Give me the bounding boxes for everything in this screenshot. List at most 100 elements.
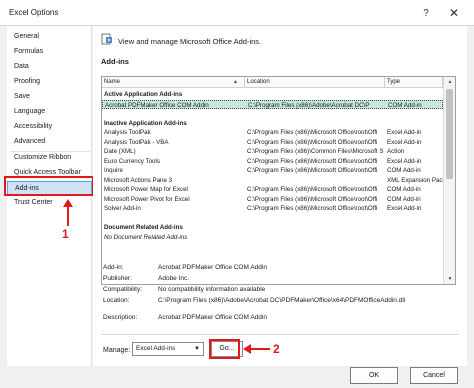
cell-type: Action (387, 148, 405, 155)
sidebar-item-advanced[interactable]: Advanced (7, 135, 92, 149)
table-row (102, 214, 443, 223)
table-row[interactable]: Microsoft Power Map for Excel C:\Program … (102, 185, 443, 194)
annotation-arrow-shaft (250, 348, 270, 350)
section-divider (101, 334, 459, 335)
sidebar-item-accessibility[interactable]: Accessibility (7, 120, 92, 134)
table-row[interactable]: Acrobat PDFMaker Office COM Addin C:\Prog… (102, 99, 443, 109)
cell-name: Date (XML) (104, 148, 136, 155)
sidebar-item-proofing[interactable]: Proofing (7, 75, 92, 89)
options-sidebar: General Formulas Data Proofing Save Lang… (7, 26, 92, 366)
cell-location: C:\Program Files (x86)\Microsoft Office\… (247, 186, 378, 193)
annotation-arrow-shaft (67, 206, 69, 226)
table-row[interactable]: Solver Add-in C:\Program Files (x86)\Micr… (102, 204, 443, 213)
sidebar-item-language[interactable]: Language (7, 105, 92, 119)
sidebar-item-trust-center[interactable]: Trust Center (7, 196, 92, 210)
help-icon[interactable]: ? (418, 5, 434, 21)
column-header-location[interactable]: Location (245, 77, 385, 88)
cell-name: Analysis ToolPak (104, 129, 151, 136)
scroll-thumb[interactable] (446, 89, 453, 179)
table-rows: Active Application Add-ins Acrobat PDFMak… (102, 88, 443, 284)
manage-dropdown-value: Excel Add-ins (136, 345, 176, 352)
cell-type: COM Add-in (387, 186, 421, 193)
table-row (102, 109, 443, 118)
cell-type: Excel Add-in (387, 205, 422, 212)
highlight-box-add-ins (4, 176, 94, 196)
window-title: Excel Options (9, 8, 59, 17)
cell-name: Microsoft Actions Pane 3 (104, 176, 173, 184)
scroll-down-icon[interactable]: ▼ (444, 274, 455, 284)
cell-location: C:\Program Files (x86)\Microsoft Office\… (247, 167, 378, 174)
dialog-footer: OK Cancel (0, 366, 474, 388)
header-description: View and manage Microsoft Office Add-ins… (118, 37, 262, 46)
add-ins-panel: View and manage Microsoft Office Add-ins… (93, 26, 467, 366)
section-title: Add-ins (101, 57, 129, 66)
sort-up-icon: ▲ (233, 79, 238, 85)
detail-addin-value: Acrobat PDFMaker Office COM Addin (158, 264, 267, 271)
table-row[interactable]: Analysis ToolPak - VBA C:\Program Files (… (102, 138, 443, 147)
sidebar-item-save[interactable]: Save (7, 90, 92, 104)
column-header-name[interactable]: Name ▲ (102, 77, 245, 88)
cell-location: C:\Program Files (x86)\Microsoft Office\… (247, 129, 378, 136)
detail-description-label: Description: (103, 314, 138, 321)
column-header-type[interactable]: Type (385, 77, 443, 88)
title-bar: Excel Options ? ✕ (0, 0, 474, 26)
detail-addin-label: Add-in: (103, 264, 124, 271)
cell-name: Inactive Application Add-ins (104, 119, 187, 127)
sidebar-item-data[interactable]: Data (7, 60, 92, 74)
cell-name: No Document Related Add-ins (104, 233, 188, 241)
table-row[interactable]: Microsoft Actions Pane 3 XML Expansion Pa… (102, 176, 443, 185)
sidebar-item-formulas[interactable]: Formulas (7, 45, 92, 59)
table-header: Name ▲ Location Type (102, 77, 455, 88)
cell-location: C:\Program Files (x86)\Common Files\Micr… (247, 148, 384, 155)
sidebar-item-general[interactable]: General (7, 30, 92, 44)
cell-type: COM Add-in (387, 195, 421, 203)
add-ins-icon (101, 33, 112, 45)
detail-location-value: C:\Program Files (x86)\Adobe\Acrobat DC\… (158, 297, 406, 304)
table-group-header: Inactive Application Add-ins (102, 119, 443, 128)
table-group-header: Document Related Add-ins (102, 223, 443, 232)
sidebar-item-customize-ribbon[interactable]: Customize Ribbon (7, 151, 92, 165)
cell-name: Analysis ToolPak - VBA (104, 138, 169, 146)
manage-label: Manage: (103, 347, 131, 354)
table-group-header: Active Application Add-ins (102, 90, 443, 99)
detail-compat-label: Compatibility: (103, 286, 143, 293)
cell-type: XML Expansion Pack (387, 176, 443, 184)
annotation-number-2: 2 (273, 342, 280, 356)
cell-name: Inquire (104, 167, 123, 174)
cell-type: COM Add-in (387, 167, 421, 174)
cell-name: Microsoft Power Map for Excel (104, 186, 188, 193)
table-row[interactable]: Inquire C:\Program Files (x86)\Microsoft … (102, 166, 443, 175)
table-row[interactable]: Analysis ToolPak C:\Program Files (x86)\M… (102, 128, 443, 137)
cell-name: Document Related Add-ins (104, 224, 183, 231)
ok-button[interactable]: OK (350, 367, 398, 384)
table-row[interactable]: Microsoft Power Pivot for Excel C:\Progra… (102, 195, 443, 204)
cell-name: Solver Add-in (104, 205, 141, 212)
cell-name: Microsoft Power Pivot for Excel (104, 195, 190, 203)
detail-description-value: Acrobat PDFMaker Office COM Addin (158, 314, 267, 321)
cell-location: C:\Program Files (x86)\Microsoft Office\… (247, 205, 378, 212)
cell-location: C:\Program Files (x86)\Microsoft Office\… (247, 195, 378, 203)
column-name-label: Name (104, 79, 121, 85)
cell-name: Active Application Add-ins (104, 91, 183, 98)
detail-location-label: Location: (103, 297, 130, 304)
table-row: No Document Related Add-ins (102, 233, 443, 242)
cell-type: Excel Add-in (387, 129, 422, 136)
manage-dropdown[interactable]: Excel Add-ins ▼ (132, 342, 204, 356)
cell-type: Excel Add-in (387, 138, 422, 146)
table-row[interactable]: Date (XML) C:\Program Files (x86)\Common … (102, 147, 443, 156)
cell-name: Euro Currency Tools (104, 157, 160, 165)
scroll-up-icon[interactable]: ▲ (444, 77, 455, 87)
add-ins-table: Name ▲ Location Type Active Application A… (101, 76, 456, 285)
close-icon[interactable]: ✕ (446, 5, 462, 21)
detail-publisher-value: Adobe Inc. (158, 275, 190, 282)
cell-location: C:\Program Files (x86)\Microsoft Office\… (247, 157, 378, 165)
chevron-down-icon: ▼ (194, 346, 200, 352)
cancel-button[interactable]: Cancel (410, 367, 458, 384)
table-row[interactable]: Euro Currency Tools C:\Program Files (x86… (102, 157, 443, 166)
cell-location: C:\Program Files (x86)\Microsoft Office\… (247, 138, 378, 146)
detail-publisher-label: Publisher: (103, 275, 132, 282)
highlight-box-go (209, 339, 240, 359)
detail-compat-value: No compatibility information available (158, 286, 266, 293)
cell-type: Excel Add-in (387, 157, 422, 165)
table-scrollbar[interactable]: ▲ ▼ (443, 77, 455, 284)
